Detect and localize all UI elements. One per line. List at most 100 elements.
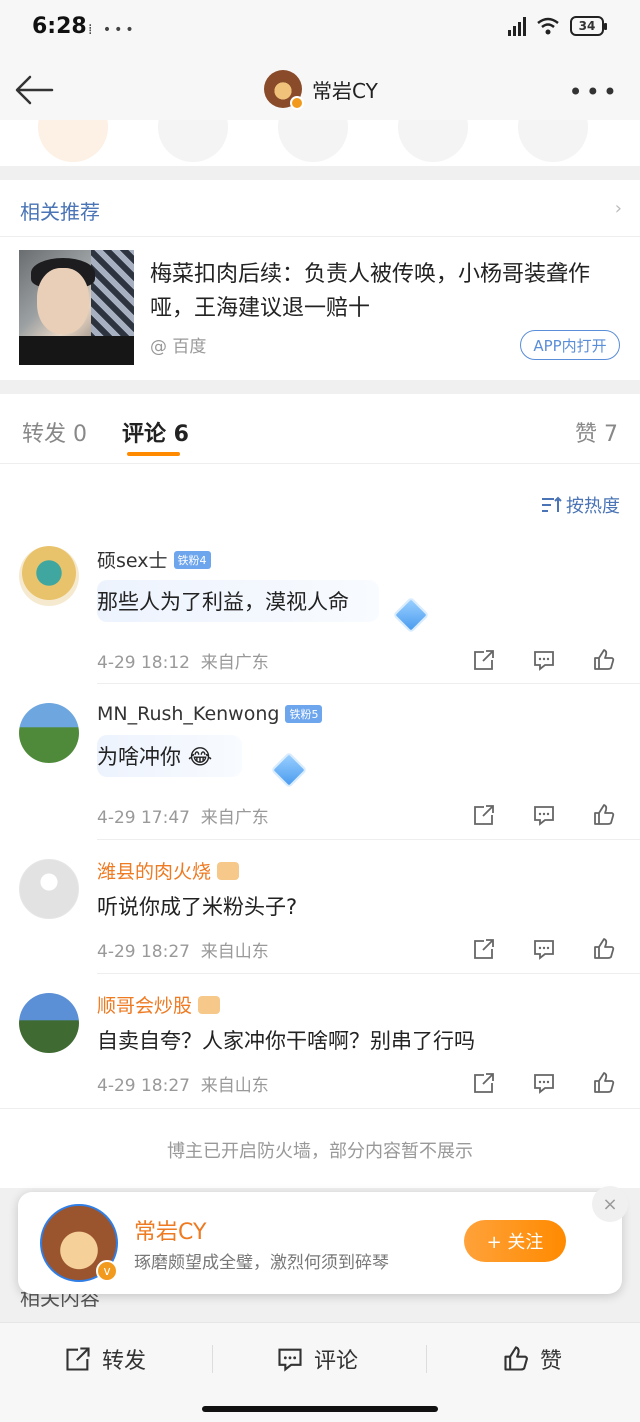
comment-author[interactable]: 顺哥会炒股 [97,991,221,1018]
comment-author[interactable]: 硕sex士 铁粉4 [97,546,211,573]
comment-item: 顺哥会炒股 自卖自夸？人家冲你干啥啊？别串了行吗 4-29 18:27 来自山东 [0,975,640,1108]
related-header: 相关推荐 [20,200,100,224]
open-in-app-button[interactable]: APP内打开 [520,330,620,360]
popup-signature: 琢磨颇望成全璧，激烈何须到碎琴 [134,1253,389,1273]
comment-avatar[interactable] [19,703,79,763]
like-icon [504,1346,528,1371]
popup-avatar[interactable]: v [40,1204,118,1282]
share-icon[interactable] [158,120,228,162]
share-icon[interactable] [472,937,496,961]
divider [0,380,640,394]
diamond-decoration-icon [392,596,430,634]
repost-icon [66,1347,90,1371]
share-icon[interactable] [472,1071,496,1095]
follow-popup: v 常岩CY 琢磨颇望成全璧，激烈何须到碎琴 + 关注 × [18,1186,628,1294]
reply-icon[interactable] [532,937,556,961]
signal-icon [508,16,526,36]
share-icon[interactable] [398,120,468,162]
tab-active-indicator [127,452,180,456]
reply-icon[interactable] [532,803,556,827]
divider [97,683,640,684]
comment-button[interactable]: 评论 [276,1343,358,1375]
comment-text: 那些人为了利益，漠视人命 [97,580,379,622]
diamond-decoration-icon [270,751,308,789]
status-notification-icons: ⁞ ••• [88,22,137,38]
fan-badge: 铁粉5 [285,705,323,723]
related-thumbnail[interactable] [19,250,134,365]
comment-avatar[interactable] [19,993,79,1053]
nav-bar: 常岩CY ••• [0,60,640,120]
divider [212,1345,213,1373]
comment-item: MN_Rush_Kenwong 铁粉5 为啥冲你 😂 4-29 17:47 来自… [0,685,640,840]
more-options-icon[interactable]: ••• [569,78,620,106]
verified-badge-icon [290,96,304,110]
like-icon[interactable] [592,648,616,672]
comment-actions [472,648,616,672]
like-icon[interactable] [592,1071,616,1095]
status-bar: 6:28 ⁞ ••• 34 [0,0,640,60]
crown-badge-icon [217,861,240,880]
chevron-right-icon[interactable]: › [615,198,622,219]
follow-button[interactable]: + 关注 [464,1220,566,1262]
wifi-icon [537,17,559,35]
sort-button[interactable]: 按热度 [540,492,620,518]
divider [0,236,640,237]
comment-text: 为啥冲你 😂 [97,735,243,777]
close-icon[interactable]: × [592,1186,628,1222]
share-icon[interactable] [38,120,108,162]
nav-avatar [264,70,304,110]
share-icon[interactable] [278,120,348,162]
comment-avatar[interactable] [19,859,79,919]
share-icon[interactable] [518,120,588,162]
comment-actions [472,1071,616,1095]
reply-icon[interactable] [532,648,556,672]
like-icon[interactable] [592,937,616,961]
comment-meta: 4-29 18:27 来自山东 [97,1076,269,1096]
tab-repost[interactable]: 转发 0 [22,416,87,448]
tab-comment[interactable]: 评论 6 [122,416,189,448]
comment-icon [278,1348,302,1372]
related-source: @ 百度 [150,337,207,357]
comment-actions [472,937,616,961]
share-icons-strip [0,120,640,166]
comment-text: 听说你成了米粉头子? [97,895,298,919]
reply-icon[interactable] [532,1071,556,1095]
verified-badge-icon: v [96,1260,118,1282]
back-arrow-icon[interactable] [14,72,54,108]
sort-label: 按热度 [566,496,620,517]
status-time: 6:28 [32,14,87,39]
nav-title: 常岩CY [312,78,378,103]
comment-item: 硕sex士 铁粉4 那些人为了利益，漠视人命 4-29 18:12 来自广东 [0,530,640,684]
home-indicator [202,1406,438,1412]
battery-icon: 34 [570,16,607,36]
comment-item: 潍县的肉火烧 听说你成了米粉头子? 4-29 18:27 来自山东 [0,841,640,974]
comment-meta: 4-29 17:47 来自广东 [97,808,269,828]
comment-author[interactable]: MN_Rush_Kenwong 铁粉5 [97,703,323,725]
divider [0,166,640,180]
tabs: 转发 0 评论 6 赞 7 [0,394,640,464]
divider [97,973,640,974]
page: 6:28 ⁞ ••• 34 常岩CY ••• 相关推荐 › 梅菜扣肉后续：负责人… [0,0,640,1422]
popup-username[interactable]: 常岩CY [134,1214,206,1246]
firewall-notice: 博主已开启防火墙，部分内容暂不展示 [0,1108,640,1188]
comment-avatar[interactable] [19,546,79,606]
status-right: 34 [508,16,607,36]
comment-author[interactable]: 潍县的肉火烧 [97,857,240,884]
related-title[interactable]: 梅菜扣肉后续：负责人被传唤，小杨哥装聋作哑，王海建议退一赔十 [150,258,620,326]
share-icon[interactable] [472,803,496,827]
nav-profile[interactable]: 常岩CY [264,70,378,110]
divider [426,1345,427,1373]
comment-meta: 4-29 18:27 来自山东 [97,942,269,962]
comment-meta: 4-29 18:12 来自广东 [97,653,269,673]
tab-like[interactable]: 赞 7 [575,416,618,448]
like-icon[interactable] [592,803,616,827]
repost-button[interactable]: 转发 [64,1343,146,1375]
share-icon[interactable] [472,648,496,672]
comment-actions [472,803,616,827]
divider [97,839,640,840]
related-recommendation[interactable]: 相关推荐 › 梅菜扣肉后续：负责人被传唤，小杨哥装聋作哑，王海建议退一赔十 @ … [0,180,640,380]
fan-badge: 铁粉4 [173,550,211,569]
sort-icon [542,496,562,512]
like-button[interactable]: 赞 [502,1343,562,1375]
laughing-crying-emoji-icon: 😂 [187,745,213,769]
